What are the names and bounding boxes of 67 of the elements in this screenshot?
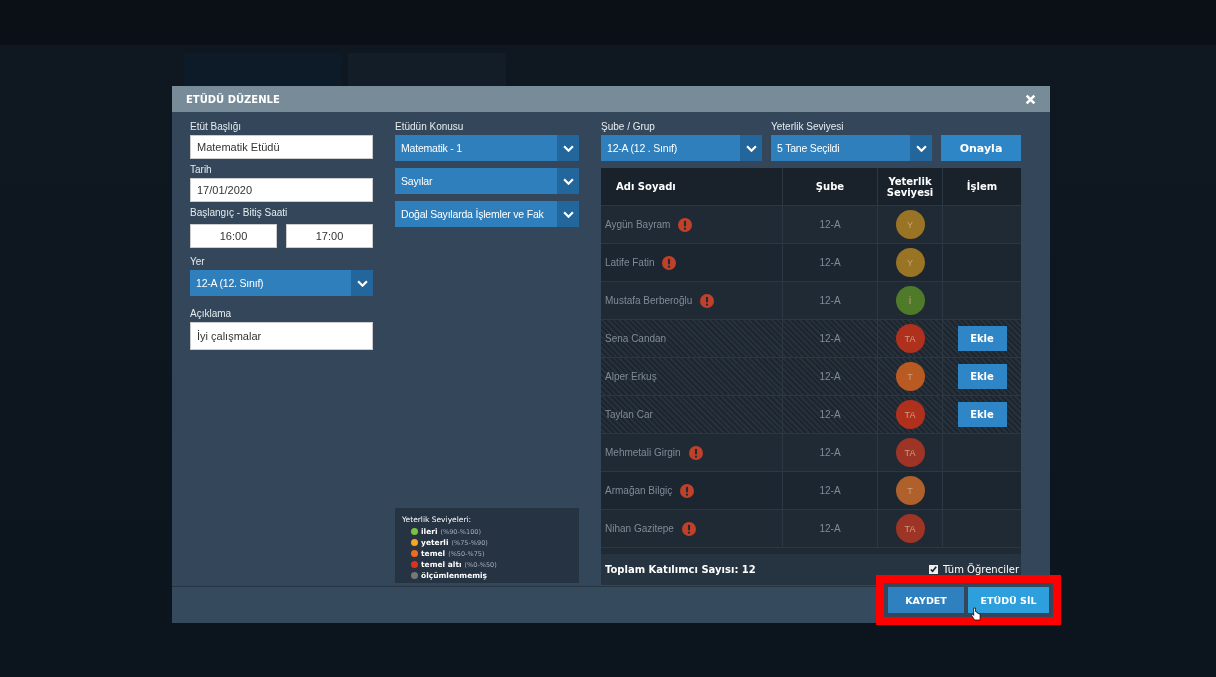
- column-header: İşlem: [965, 179, 999, 194]
- table-cell: 12-A: [783, 472, 878, 509]
- chevron-down-icon: [562, 144, 574, 152]
- field-label: Etüt Başlığı: [190, 121, 243, 132]
- student-name: Alper Erkuş: [605, 371, 657, 382]
- field-label: Yeterlik Seviyesi: [771, 121, 845, 132]
- total-count: Toplam Katılımcı Sayısı: 12: [605, 564, 756, 575]
- chevron-down-icon: [745, 144, 757, 152]
- level-badge: TA: [895, 438, 925, 467]
- chevron-down-icon: [915, 144, 927, 152]
- field-label: Başlangıç - Bitiş Saati: [190, 207, 289, 218]
- student-name: Mustafa Berberoğlu: [605, 295, 693, 306]
- level-badge: TA: [895, 324, 925, 353]
- student-name: Armağan Bilgiç: [605, 485, 673, 496]
- level-dropdown[interactable]: 5 Tane Seçildi: [771, 135, 932, 161]
- group-dropdown[interactable]: 12-A (12 . Sınıf): [601, 135, 762, 161]
- table-cell: 12-A: [783, 358, 878, 395]
- chevron-down-icon: [356, 279, 368, 287]
- topic-dropdown[interactable]: Doğal Sayılarda İşlemler ve Fak: [395, 201, 579, 227]
- field-label: Tarih: [190, 164, 213, 175]
- checkbox[interactable]: [929, 565, 939, 574]
- field-label: Yer: [190, 256, 206, 267]
- student-name: Aygün Bayram: [605, 219, 671, 230]
- end-time-field[interactable]: 17:00: [286, 224, 373, 248]
- chevron-down-icon: [562, 210, 574, 218]
- field-label: Etüdün Konusu: [395, 121, 465, 132]
- column-header: Yeterlik Seviyesi: [878, 168, 943, 205]
- close-icon[interactable]: [1025, 93, 1036, 105]
- column-header: Adı Soyadı: [601, 168, 783, 205]
- hand-cursor-icon: [970, 607, 981, 622]
- student-name: Sena Candan: [605, 333, 667, 344]
- confirm-button[interactable]: Onayla: [941, 135, 1021, 161]
- checkbox-label: Tüm Öğrenciler: [943, 564, 1019, 575]
- description-field[interactable]: İyi çalışmalar: [190, 322, 373, 350]
- start-time-field[interactable]: 16:00: [190, 224, 277, 248]
- table-cell: 12-A: [783, 206, 878, 243]
- student-name: Taylan Car: [605, 409, 653, 420]
- add-button[interactable]: Ekle: [957, 364, 1007, 389]
- add-button[interactable]: Ekle: [957, 326, 1007, 351]
- field-label: Şube / Grup: [601, 121, 656, 132]
- student-name: Latife Fatin: [605, 257, 655, 268]
- field-label: Açıklama: [190, 308, 233, 319]
- student-name: Nihan Gazitepe: [605, 523, 674, 534]
- place-dropdown[interactable]: 12-A (12. Sınıf): [190, 270, 373, 296]
- table-cell: 12-A: [783, 244, 878, 281]
- student-name: Mehmetali Girgin: [605, 447, 681, 458]
- table-cell: 12-A: [783, 510, 878, 547]
- level-badge: Y: [895, 248, 925, 277]
- table-cell: 12-A: [783, 434, 878, 471]
- table-cell: 12-A: [783, 320, 878, 357]
- topic-dropdown[interactable]: Sayılar: [395, 168, 579, 194]
- level-badge: TA: [895, 514, 925, 543]
- title-field[interactable]: Matematik Etüdü: [190, 135, 373, 159]
- footer-button[interactable]: ETÜDÜ SİL: [968, 587, 1049, 613]
- date-field[interactable]: 17/01/2020: [190, 178, 373, 202]
- column-header: Şube: [783, 168, 878, 205]
- table-cell: 12-A: [783, 282, 878, 319]
- dialog-title: ETÜDÜ DÜZENLE: [186, 93, 280, 105]
- level-badge: T: [895, 362, 925, 391]
- chevron-down-icon: [562, 177, 574, 185]
- table-cell: 12-A: [783, 396, 878, 433]
- add-button[interactable]: Ekle: [957, 402, 1007, 427]
- level-badge: TA: [895, 400, 925, 429]
- level-badge: T: [895, 476, 925, 505]
- level-badge: Y: [895, 210, 925, 239]
- topic-dropdown[interactable]: Matematik - 1: [395, 135, 579, 161]
- footer-button[interactable]: KAYDET: [888, 587, 964, 613]
